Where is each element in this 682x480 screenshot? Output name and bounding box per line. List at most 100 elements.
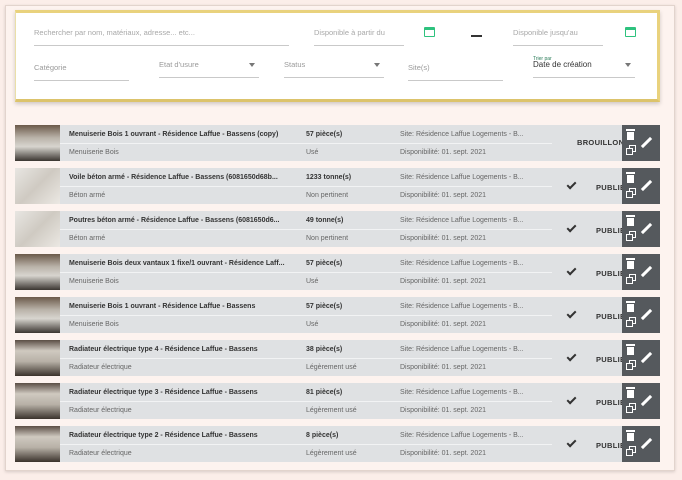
item-availability: Disponibilité: 01. sept. 2021 [400, 407, 486, 414]
check-icon [566, 351, 577, 362]
trash-icon[interactable] [626, 301, 635, 312]
item-wear: Non pertinent [306, 192, 349, 199]
item-wear: Usé [306, 149, 319, 156]
copy-icon[interactable] [626, 317, 636, 327]
item-availability: Disponibilité: 01. sept. 2021 [400, 149, 486, 156]
edit-icon[interactable] [640, 351, 653, 364]
category-placeholder: Catégorie [34, 63, 67, 72]
item-title[interactable]: Voile béton armé - Résidence Laffue - Ba… [69, 169, 299, 186]
item-quantity: 57 pièce(s) [306, 303, 343, 310]
status-label: PUBLIÉ [596, 441, 626, 450]
row-divider [60, 229, 552, 230]
item-thumbnail [15, 254, 60, 290]
item-title[interactable]: Radiateur électrique type 3 - Résidence … [69, 384, 299, 401]
item-category: Radiateur électrique [69, 407, 132, 414]
trash-icon[interactable] [626, 387, 635, 398]
copy-icon[interactable] [626, 360, 636, 370]
search-input[interactable] [34, 28, 289, 37]
list-item[interactable]: Menuiserie Bois 1 ouvrant - Résidence La… [15, 297, 660, 333]
row-divider [60, 143, 552, 144]
chevron-down-icon [249, 63, 255, 67]
list-item[interactable]: Radiateur électrique type 4 - Résidence … [15, 340, 660, 376]
calendar-icon[interactable] [424, 27, 435, 37]
copy-icon[interactable] [626, 274, 636, 284]
item-site: Site: Résidence Laffue Logements - B... [400, 131, 524, 138]
list-item[interactable]: Radiateur électrique type 3 - Résidence … [15, 383, 660, 419]
check-icon [566, 179, 577, 190]
edit-icon[interactable] [640, 265, 653, 278]
trash-icon[interactable] [626, 215, 635, 226]
from-date-input[interactable] [314, 28, 404, 37]
list-item[interactable]: Voile béton armé - Résidence Laffue - Ba… [15, 168, 660, 204]
list-item[interactable]: Menuiserie Bois deux vantaux 1 fixe/1 ou… [15, 254, 660, 290]
date-range-dash [471, 35, 482, 37]
item-site: Site: Résidence Laffue Logements - B... [400, 432, 524, 439]
site-placeholder: Site(s) [408, 63, 430, 72]
copy-icon[interactable] [626, 403, 636, 413]
wear-select[interactable]: Etat d'usure [159, 58, 259, 78]
check-icon [566, 222, 577, 233]
copy-icon[interactable] [626, 188, 636, 198]
item-title[interactable]: Menuiserie Bois 1 ouvrant - Résidence La… [69, 126, 299, 143]
edit-icon[interactable] [640, 222, 653, 235]
trash-icon[interactable] [626, 344, 635, 355]
item-category: Béton armé [69, 192, 106, 199]
item-availability: Disponibilité: 01. sept. 2021 [400, 235, 486, 242]
copy-icon[interactable] [626, 446, 636, 456]
item-category: Radiateur électrique [69, 450, 132, 457]
trash-icon[interactable] [626, 430, 635, 441]
sort-label: Trier par [533, 56, 552, 62]
copy-icon[interactable] [626, 145, 636, 155]
item-quantity: 49 tonne(s) [306, 217, 344, 224]
copy-icon[interactable] [626, 231, 636, 241]
from-date-field[interactable] [314, 26, 404, 46]
check-icon [566, 308, 577, 319]
status-label: BROUILLON [577, 138, 625, 147]
row-divider [60, 186, 552, 187]
row-actions [622, 426, 660, 462]
item-quantity: 81 pièce(s) [306, 389, 343, 396]
chevron-down-icon [625, 63, 631, 67]
status-placeholder: Status [284, 60, 306, 69]
row-actions [622, 168, 660, 204]
category-select[interactable]: Catégorie [34, 61, 129, 81]
trash-icon[interactable] [626, 172, 635, 183]
list-item[interactable]: Poutres béton armé - Résidence Laffue - … [15, 211, 660, 247]
status-label: PUBLIÉ [596, 183, 626, 192]
item-thumbnail [15, 297, 60, 333]
item-title[interactable]: Menuiserie Bois 1 ouvrant - Résidence La… [69, 298, 299, 315]
edit-icon[interactable] [640, 437, 653, 450]
list-item[interactable]: Radiateur électrique type 2 - Résidence … [15, 426, 660, 462]
row-actions [622, 125, 660, 161]
edit-icon[interactable] [640, 308, 653, 321]
sort-select[interactable]: Trier par Date de création [533, 56, 635, 78]
item-title[interactable]: Radiateur électrique type 2 - Résidence … [69, 427, 299, 444]
item-availability: Disponibilité: 01. sept. 2021 [400, 321, 486, 328]
status-select[interactable]: Status [284, 58, 384, 78]
item-title[interactable]: Menuiserie Bois deux vantaux 1 fixe/1 ou… [69, 255, 299, 272]
list-item[interactable]: Menuiserie Bois 1 ouvrant - Résidence La… [15, 125, 660, 161]
status-label: PUBLIÉ [596, 269, 626, 278]
status-label: PUBLIÉ [596, 355, 626, 364]
to-date-input[interactable] [513, 28, 603, 37]
item-quantity: 57 pièce(s) [306, 260, 343, 267]
status-label: PUBLIÉ [596, 226, 626, 235]
to-date-field[interactable] [513, 26, 603, 46]
row-divider [60, 315, 552, 316]
item-quantity: 38 pièce(s) [306, 346, 343, 353]
item-site: Site: Résidence Laffue Logements - B... [400, 217, 524, 224]
site-select[interactable]: Site(s) [408, 61, 503, 81]
edit-icon[interactable] [640, 394, 653, 407]
item-availability: Disponibilité: 01. sept. 2021 [400, 364, 486, 371]
edit-icon[interactable] [640, 179, 653, 192]
row-divider [60, 272, 552, 273]
edit-icon[interactable] [640, 136, 653, 149]
item-title[interactable]: Radiateur électrique type 4 - Résidence … [69, 341, 299, 358]
trash-icon[interactable] [626, 129, 635, 140]
calendar-icon[interactable] [625, 27, 636, 37]
item-title[interactable]: Poutres béton armé - Résidence Laffue - … [69, 212, 299, 229]
status-label: PUBLIÉ [596, 398, 626, 407]
trash-icon[interactable] [626, 258, 635, 269]
search-field[interactable] [34, 26, 289, 46]
row-actions [622, 211, 660, 247]
